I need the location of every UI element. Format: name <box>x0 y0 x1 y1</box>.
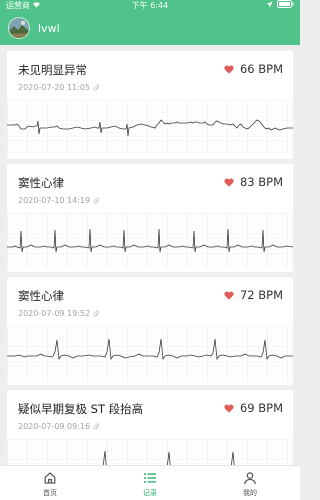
record-datetime: 2020-07-09 19:52 <box>18 309 91 318</box>
username: lvwl <box>38 21 60 35</box>
record-title: 窦性心律 <box>18 289 64 303</box>
heart-rate: 72 BPM <box>224 288 283 302</box>
ecg-waveform <box>7 100 293 156</box>
ecg-trace <box>7 326 293 382</box>
bpm-value: 66 BPM <box>239 62 283 76</box>
avatar[interactable] <box>8 17 30 39</box>
tab-label: 记录 <box>143 489 157 497</box>
app-header: 运营商 下午 6:44 lvwl <box>0 0 300 45</box>
landscape-avatar-icon <box>9 18 29 38</box>
record-meta: 2020-07-09 09:16 <box>18 422 100 431</box>
location-arrow-icon <box>266 1 273 8</box>
record-list[interactable]: 未见明显异常 66 BPM 2020-07-20 11:05 窦性心律 83 B… <box>0 45 300 465</box>
bpm-value: 83 BPM <box>239 175 283 189</box>
bpm-value: 72 BPM <box>239 288 283 302</box>
status-bar: 运营商 下午 6:44 <box>0 0 300 12</box>
list-icon <box>143 471 157 485</box>
tab-records[interactable]: 记录 <box>100 466 200 500</box>
record-title: 窦性心律 <box>18 176 64 190</box>
record-datetime: 2020-07-09 09:16 <box>18 422 91 431</box>
status-indicators <box>266 0 294 8</box>
battery-icon <box>277 0 294 8</box>
record-title: 未见明显异常 <box>18 63 87 77</box>
record-datetime: 2020-07-20 11:05 <box>18 83 91 92</box>
record-card[interactable]: 窦性心律 83 BPM 2020-07-10 14:19 <box>7 164 293 272</box>
tab-label: 首页 <box>43 489 57 497</box>
record-title: 疑似早期复极 ST 段抬高 <box>18 402 144 416</box>
record-meta: 2020-07-20 11:05 <box>18 83 100 92</box>
heart-rate: 69 BPM <box>224 401 283 415</box>
profile-row[interactable]: lvwl <box>8 17 60 39</box>
heart-rate: 83 BPM <box>224 175 283 189</box>
ecg-trace <box>7 100 293 156</box>
person-icon <box>243 471 257 485</box>
tab-home[interactable]: 首页 <box>0 466 100 500</box>
tab-label: 我的 <box>243 489 257 497</box>
home-icon <box>43 471 57 485</box>
tab-bar: 首页 记录 我的 <box>0 465 300 500</box>
record-card[interactable]: 未见明显异常 66 BPM 2020-07-20 11:05 <box>7 51 293 159</box>
heart-icon <box>224 404 234 413</box>
record-datetime: 2020-07-10 14:19 <box>18 196 91 205</box>
heart-rate: 66 BPM <box>224 62 283 76</box>
paperclip-icon <box>93 197 100 204</box>
heart-icon <box>224 65 234 74</box>
ecg-waveform <box>7 213 293 269</box>
paperclip-icon <box>93 310 100 317</box>
heart-icon <box>224 178 234 187</box>
paperclip-icon <box>93 423 100 430</box>
ecg-waveform <box>7 326 293 382</box>
ecg-trace <box>7 213 293 269</box>
bpm-value: 69 BPM <box>239 401 283 415</box>
record-card[interactable]: 窦性心律 72 BPM 2020-07-09 19:52 <box>7 277 293 385</box>
status-time: 下午 6:44 <box>131 1 169 10</box>
record-meta: 2020-07-10 14:19 <box>18 196 100 205</box>
tab-profile[interactable]: 我的 <box>200 466 300 500</box>
record-meta: 2020-07-09 19:52 <box>18 309 100 318</box>
ecg-waveform <box>7 439 293 465</box>
heart-icon <box>224 291 234 300</box>
paperclip-icon <box>93 84 100 91</box>
record-card[interactable]: 疑似早期复极 ST 段抬高 69 BPM 2020-07-09 09:16 <box>7 390 293 465</box>
ecg-trace <box>7 439 293 465</box>
